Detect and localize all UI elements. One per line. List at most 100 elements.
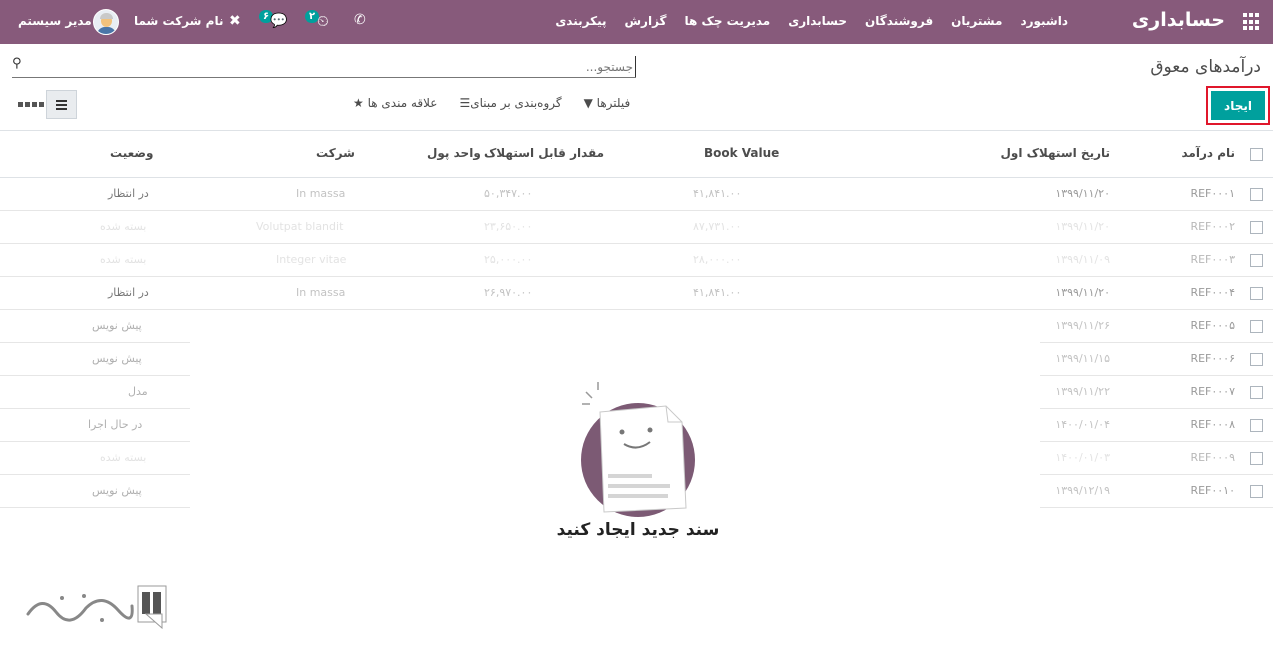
cell-amount: ۲۵,۰۰۰.۰۰ [484,253,533,266]
apps-menu-icon[interactable] [1243,13,1261,31]
column-depreciable[interactable]: مقدار قابل استهلاک [484,146,604,160]
cell-amount: ۲۳,۶۵۰.۰۰ [484,220,533,233]
phone-icon[interactable]: ✆ [354,12,366,28]
filters-label: فیلترها [596,96,631,110]
cell-name: REF۰۰۰۶ [1190,352,1235,365]
column-first-date[interactable]: تاریخ استهلاک اول [1000,146,1110,160]
cell-company: In massa [296,187,346,200]
chat-icon[interactable]: 💬 [270,13,287,29]
cell-date: ۱۳۹۹/۱۱/۲۶ [1055,319,1110,332]
table-header: نام درآمد تاریخ استهلاک اول Book Value م… [0,130,1273,178]
cell-date: ۱۳۹۹/۱۱/۲۰ [1055,220,1110,233]
cell-name: REF۰۰۰۴ [1190,286,1235,299]
star-icon: ★ [353,96,364,110]
kanban-view-button[interactable] [15,90,46,119]
cell-date: ۱۳۹۹/۱۱/۰۹ [1055,253,1110,266]
cell-name: REF۰۰۰۵ [1190,319,1235,332]
search-input[interactable] [36,56,636,77]
table-row[interactable]: REF۰۰۰۴ ۱۳۹۹/۱۱/۲۰ ۴۱,۸۴۱.۰۰ ۲۶,۹۷۰.۰۰ I… [0,277,1273,310]
cell-name: REF۰۰۰۳ [1190,253,1235,266]
menu-item-vendors[interactable]: فروشندگان [865,14,933,28]
cell-book-value: ۲۸,۰۰۰.۰۰ [693,253,742,266]
row-checkbox[interactable] [1250,419,1263,432]
cell-status: پیش نویس [92,319,142,332]
cell-date: ۱۳۹۹/۱۲/۱۹ [1055,484,1110,497]
favorites-label: علاقه مندی ها [367,96,438,110]
group-by-label: گروه‌بندی بر مبنای [470,96,562,110]
row-checkbox[interactable] [1250,254,1263,267]
row-checkbox[interactable] [1250,221,1263,234]
search-options: ▼ فیلترها ☰گروه‌بندی بر مبنای ★ علاقه من… [353,96,630,110]
top-navbar: حسابداری داشبورد مشتریان فروشندگان حسابد… [0,0,1273,44]
view-switcher [15,90,77,119]
user-avatar[interactable] [93,9,119,35]
breadcrumb: درآمدهای معوق [1150,57,1261,77]
column-currency[interactable]: واحد پول [427,146,481,160]
debug-tools-icon[interactable]: ✖ [229,13,241,29]
cell-date: ۱۴۰۰/۰۱/۰۳ [1055,451,1110,464]
cell-status: بسته شده [100,253,147,266]
cell-status: در حال اجرا [88,418,143,431]
table-row[interactable]: REF۰۰۰۲ ۱۳۹۹/۱۱/۲۰ ۸۷,۷۳۱.۰۰ ۲۳,۶۵۰.۰۰ V… [0,211,1273,244]
cell-date: ۱۳۹۹/۱۱/۲۲ [1055,385,1110,398]
search-bar: ⚲ [12,56,636,78]
filters-toggle[interactable]: ▼ فیلترها [584,96,631,110]
cell-book-value: ۴۱,۸۴۱.۰۰ [693,286,742,299]
cell-date: ۱۳۹۹/۱۱/۱۵ [1055,352,1110,365]
create-button-highlight: ایجاد [1206,86,1270,125]
table-row[interactable]: REF۰۰۰۱ ۱۳۹۹/۱۱/۲۰ ۴۱,۸۴۱.۰۰ ۵۰,۳۴۷.۰۰ I… [0,178,1273,211]
favorites-toggle[interactable]: ★ علاقه مندی ها [353,96,437,110]
cell-name: REF۰۰۰۷ [1190,385,1235,398]
column-company[interactable]: شرکت [316,146,355,160]
cell-name: REF۰۰۱۰ [1190,484,1235,497]
cell-date: ۱۳۹۹/۱۱/۲۰ [1055,286,1110,299]
cell-status: در انتظار [108,286,149,299]
cell-date: ۱۳۹۹/۱۱/۲۰ [1055,187,1110,200]
company-switcher[interactable]: نام شرکت شما [134,14,223,28]
menu-item-customers[interactable]: مشتریان [951,14,1002,28]
cell-status: پیش نویس [92,484,142,497]
empty-state-title: سند جدید ایجاد کنید [556,520,720,540]
main-menu: داشبورد مشتریان فروشندگان حسابداری مدیری… [555,14,1068,28]
cell-status: پیش نویس [92,352,142,365]
cell-company: Integer vitae [276,253,347,266]
list-view-button[interactable] [46,90,77,119]
create-button[interactable]: ایجاد [1211,91,1265,120]
row-checkbox[interactable] [1250,320,1263,333]
app-title[interactable]: حسابداری [1132,9,1225,31]
menu-item-configuration[interactable]: پیکربندی [555,14,606,28]
cell-name: REF۰۰۰۱ [1190,187,1235,200]
cell-amount: ۲۶,۹۷۰.۰۰ [484,286,533,299]
column-book-value[interactable]: Book Value [704,146,779,160]
select-all-checkbox[interactable] [1250,148,1263,161]
cell-book-value: ۸۷,۷۳۱.۰۰ [693,220,742,233]
row-checkbox[interactable] [1250,452,1263,465]
cell-name: REF۰۰۰۹ [1190,451,1235,464]
group-by-toggle[interactable]: ☰گروه‌بندی بر مبنای [459,96,561,110]
grid-icon [15,90,46,119]
menu-item-reporting[interactable]: گزارش [625,14,667,28]
row-checkbox[interactable] [1250,485,1263,498]
menu-item-checks[interactable]: مدیریت چک ها [685,14,771,28]
cell-amount: ۵۰,۳۴۷.۰۰ [484,187,533,200]
user-name[interactable]: مدیر سیستم [18,14,92,28]
search-icon[interactable]: ⚲ [12,56,22,71]
menu-item-dashboard[interactable]: داشبورد [1020,14,1068,28]
watermark-logo [26,585,167,630]
clock-icon[interactable]: ⏲ [317,12,329,30]
column-name[interactable]: نام درآمد [1181,146,1235,160]
systray: مدیر سیستم نام شرکت شما ✖ ۶ 💬 ۲ ⏲ ✆ [12,7,392,37]
column-status[interactable]: وضعیت [110,146,153,160]
row-checkbox[interactable] [1250,188,1263,201]
row-checkbox[interactable] [1250,353,1263,366]
menu-item-accounting[interactable]: حسابداری [788,14,847,28]
row-checkbox[interactable] [1250,287,1263,300]
list-icon [47,90,76,119]
bars-icon: ☰ [459,96,471,110]
cell-name: REF۰۰۰۸ [1190,418,1235,431]
cell-company: Volutpat blandit [256,220,344,233]
table-row[interactable]: REF۰۰۰۳ ۱۳۹۹/۱۱/۰۹ ۲۸,۰۰۰.۰۰ ۲۵,۰۰۰.۰۰ I… [0,244,1273,277]
row-checkbox[interactable] [1250,386,1263,399]
cell-date: ۱۴۰۰/۰۱/۰۴ [1055,418,1110,431]
cell-status: بسته شده [100,451,147,464]
